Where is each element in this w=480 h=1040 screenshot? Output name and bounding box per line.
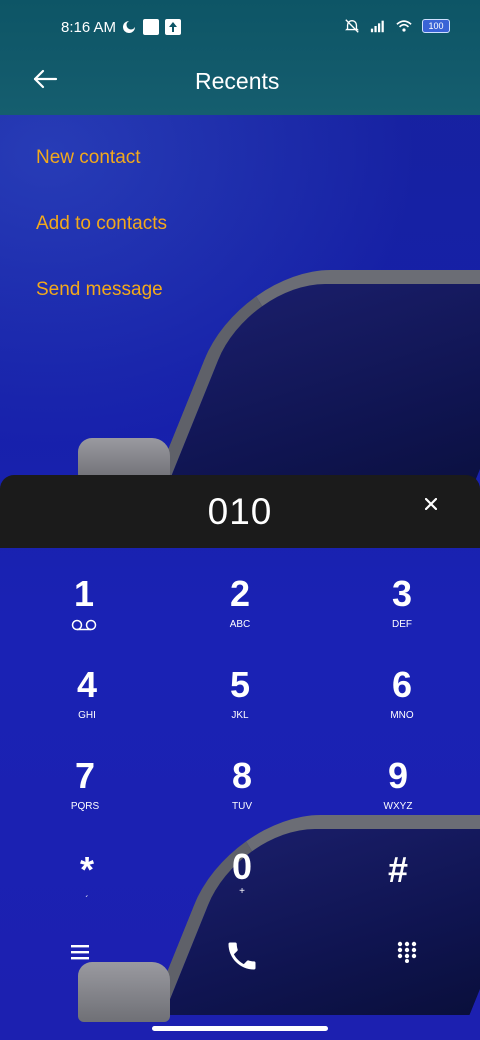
back-button[interactable] bbox=[30, 66, 60, 96]
page-title: Recents bbox=[195, 68, 280, 94]
key-5[interactable]: 5 JKL bbox=[180, 665, 300, 745]
voicemail-icon bbox=[71, 618, 97, 636]
key-8[interactable]: 8 TUV bbox=[182, 756, 302, 836]
key-2[interactable]: 2 ABC bbox=[180, 574, 300, 654]
battery-icon: 100 bbox=[422, 19, 450, 33]
close-icon bbox=[424, 497, 438, 515]
title-row: Recents bbox=[0, 60, 480, 104]
key-letters: TUV bbox=[232, 801, 252, 812]
wifi-icon bbox=[396, 18, 412, 34]
key-3[interactable]: 3 DEF bbox=[342, 574, 462, 654]
key-letters: DEF bbox=[392, 619, 412, 630]
key-6[interactable]: 6 MNO bbox=[342, 665, 462, 745]
wallpaper-glow bbox=[0, 115, 480, 495]
key-7[interactable]: 7 PQRS bbox=[25, 756, 145, 836]
key-digit: 9 bbox=[387, 755, 409, 796]
menu-button[interactable] bbox=[58, 932, 102, 976]
key-digit: 0 bbox=[231, 846, 253, 887]
back-arrow-icon bbox=[32, 69, 58, 94]
menu-icon bbox=[70, 944, 90, 965]
key-letters: ABC bbox=[229, 619, 251, 630]
key-letters: PQRS bbox=[70, 801, 100, 812]
number-bar: 010 bbox=[0, 475, 480, 548]
signal-icon bbox=[370, 18, 386, 34]
app-header: 8:16 AM 100 Recents bbox=[0, 0, 480, 115]
key-letters: + bbox=[239, 886, 245, 897]
key-hash[interactable]: # bbox=[338, 850, 458, 930]
add-to-contacts-option[interactable]: Add to contacts bbox=[36, 213, 167, 235]
key-digit: 5 bbox=[229, 664, 251, 705]
key-letters: JKL bbox=[231, 710, 249, 721]
key-0[interactable]: 0 + bbox=[182, 847, 302, 927]
key-digit: 8 bbox=[231, 755, 253, 796]
key-digit: 1 bbox=[73, 573, 95, 614]
mute-icon bbox=[344, 18, 360, 34]
moon-icon bbox=[121, 19, 137, 35]
key-digit: 2 bbox=[229, 573, 251, 614]
square-icon bbox=[143, 19, 159, 35]
key-9[interactable]: 9 WXYZ bbox=[338, 756, 458, 836]
dialed-number: 010 bbox=[207, 491, 273, 532]
status-time: 8:16 AM bbox=[61, 19, 117, 36]
key-letters: GHI bbox=[78, 710, 96, 721]
key-4[interactable]: 4 GHI bbox=[27, 665, 147, 745]
new-contact-option[interactable]: New contact bbox=[36, 147, 141, 169]
key-letters: ´ bbox=[85, 895, 89, 906]
status-bar: 8:16 AM 100 bbox=[0, 14, 480, 42]
phone-icon bbox=[224, 938, 260, 979]
key-digit: 6 bbox=[391, 664, 413, 705]
status-right-icons: 100 bbox=[344, 18, 450, 34]
clear-button[interactable] bbox=[420, 495, 442, 517]
key-1[interactable]: 1 bbox=[24, 574, 144, 654]
dialpad-button[interactable] bbox=[385, 932, 429, 976]
home-indicator[interactable] bbox=[152, 1026, 328, 1031]
key-letters: MNO bbox=[390, 710, 414, 721]
key-digit: 7 bbox=[74, 755, 96, 796]
key-digit: 3 bbox=[391, 573, 413, 614]
key-letters: WXYZ bbox=[383, 801, 413, 812]
send-message-option[interactable]: Send message bbox=[36, 279, 163, 301]
key-star[interactable]: * ´ bbox=[27, 850, 147, 930]
dialpad-icon bbox=[397, 941, 417, 968]
key-digit: * bbox=[79, 849, 94, 890]
status-left-icons bbox=[121, 19, 181, 35]
wallpaper-mirror bbox=[78, 438, 170, 480]
key-digit: 4 bbox=[76, 664, 98, 705]
upload-icon bbox=[165, 19, 181, 35]
key-digit: # bbox=[387, 849, 409, 890]
call-button[interactable] bbox=[220, 936, 264, 980]
